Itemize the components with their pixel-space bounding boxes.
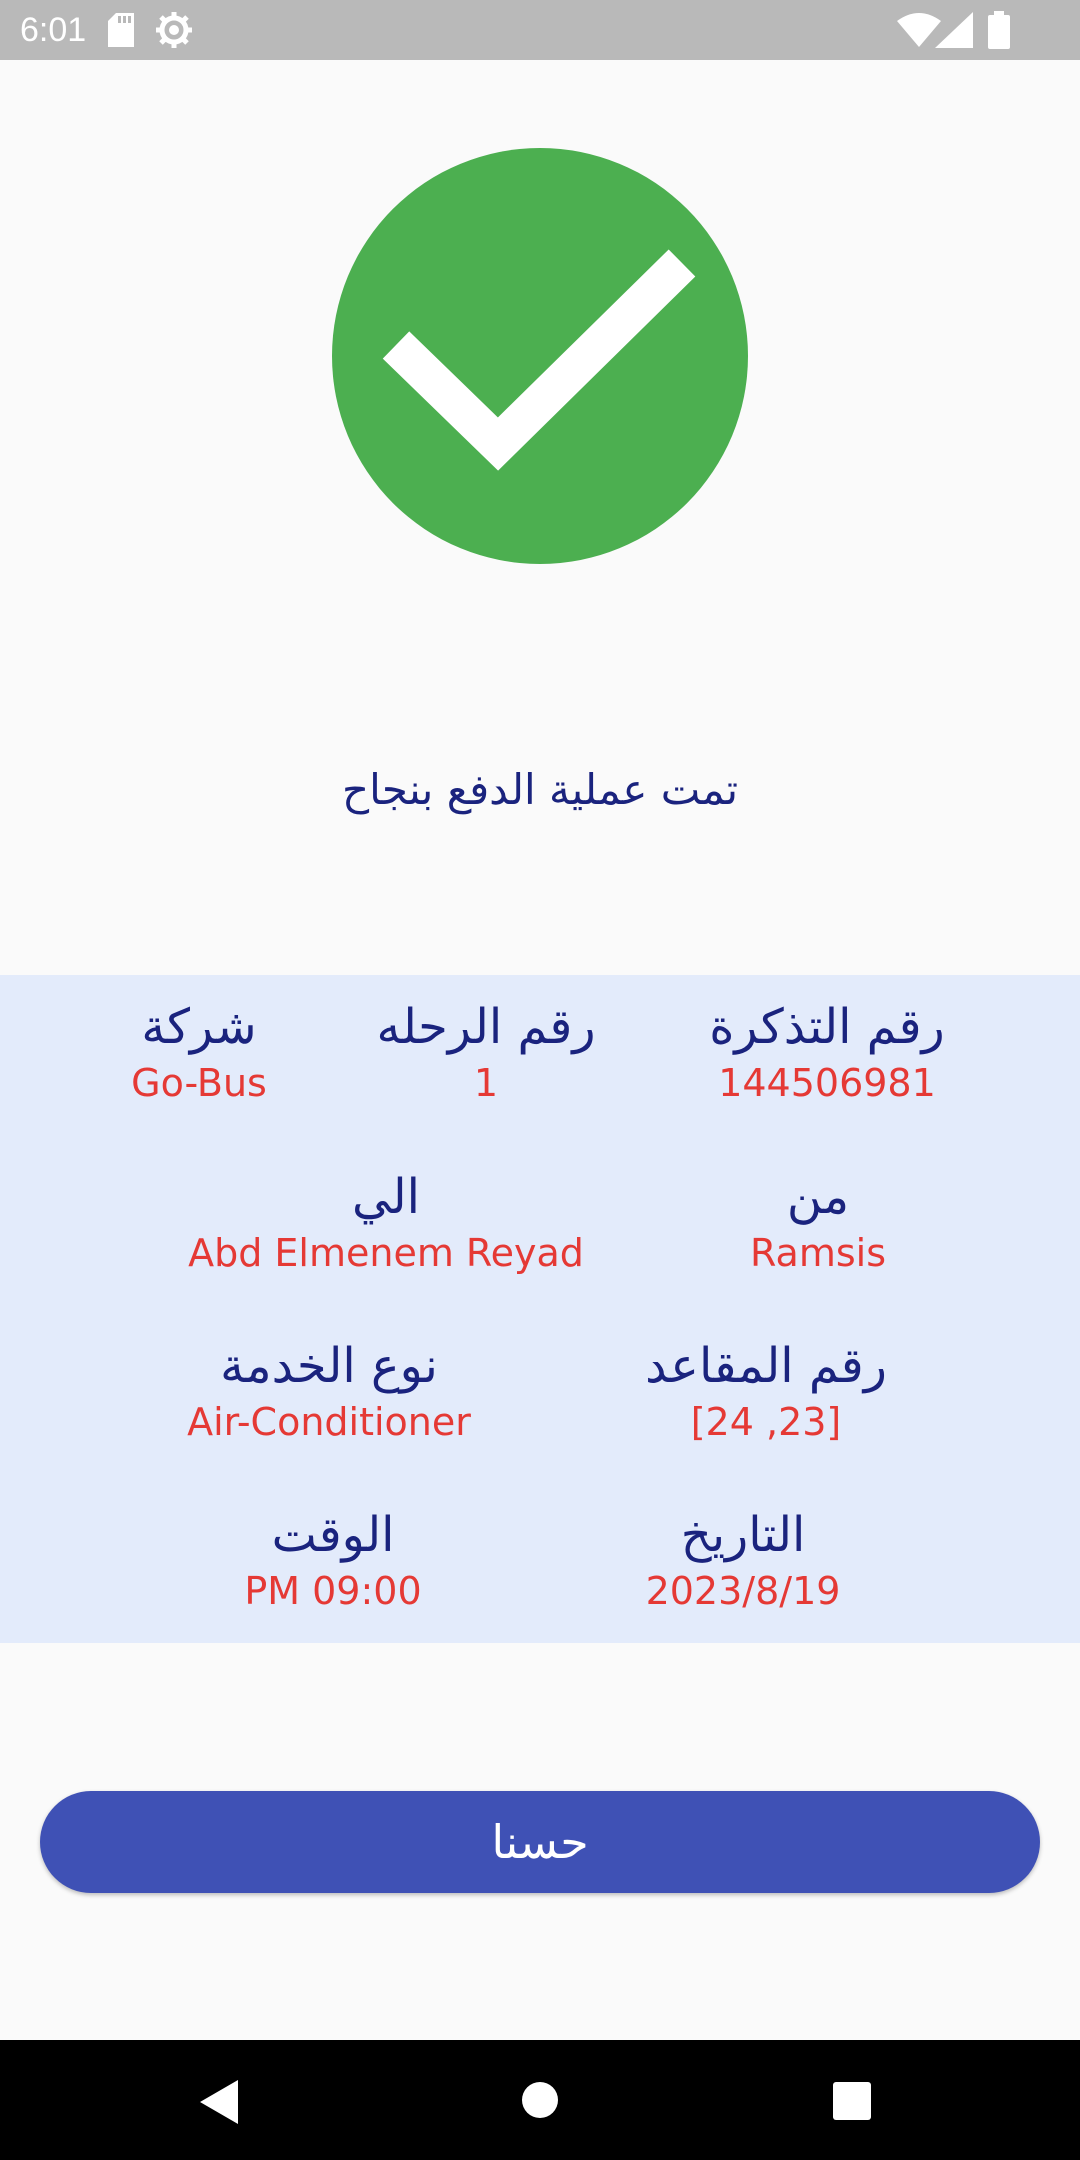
status-bar: 6:01	[0, 0, 1080, 60]
status-time: 6:01	[20, 11, 87, 49]
home-icon[interactable]	[520, 2080, 560, 2120]
sd-card-icon	[108, 13, 134, 47]
to-value: Abd Elmenem Reyad	[188, 1231, 584, 1275]
company: شركة Go-Bus	[131, 997, 267, 1109]
date: التاريخ 2023/8/19	[646, 1505, 841, 1617]
ticket-number-label: رقم التذكرة	[709, 999, 945, 1055]
to: الي Abd Elmenem Reyad	[188, 1167, 584, 1279]
seat-numbers-label: رقم المقاعد	[645, 1338, 887, 1394]
date-value: 2023/8/19	[645, 1569, 841, 1613]
time-value: PM 09:00	[244, 1569, 422, 1613]
time: الوقت PM 09:00	[244, 1505, 421, 1617]
back-icon[interactable]	[200, 2080, 240, 2124]
service-type-value: Air-Conditioner	[187, 1400, 471, 1444]
ticket-number: رقم التذكرة 144506981	[709, 997, 944, 1109]
success-check-badge	[332, 148, 748, 564]
to-label: الي	[352, 1169, 420, 1225]
seat-numbers: رقم المقاعد [24 ,23]	[645, 1336, 887, 1448]
seat-numbers-value: [24 ,23]	[690, 1400, 842, 1444]
battery-icon	[988, 11, 1010, 49]
service-type: نوع الخدمة Air-Conditioner	[187, 1336, 471, 1448]
trip-number: رقم الرحله 1	[376, 997, 595, 1109]
time-label: الوقت	[271, 1507, 395, 1563]
success-message: تمت عملية الدفع بنجاح	[341, 765, 739, 814]
date-label: التاريخ	[680, 1507, 806, 1563]
trip-number-value: 1	[473, 1061, 499, 1105]
signal-icon	[935, 12, 973, 48]
gear-icon	[156, 12, 192, 48]
company-label: شركة	[141, 999, 257, 1055]
company-value: Go-Bus	[131, 1061, 267, 1105]
trip-number-label: رقم الرحله	[376, 999, 596, 1055]
ok-button[interactable]: حسنا	[40, 1791, 1040, 1893]
from-value: Ramsis	[749, 1231, 887, 1275]
check-icon	[382, 249, 696, 471]
ticket-number-value: 144506981	[718, 1061, 936, 1105]
ticket-details-panel: رقم التذكرة 144506981 رقم الرحله 1 شركة …	[0, 975, 1080, 1643]
navigation-bar	[0, 2040, 1080, 2160]
recents-icon[interactable]	[833, 2082, 871, 2120]
from-label: من	[786, 1169, 850, 1225]
from: من Ramsis	[750, 1167, 886, 1279]
service-type-label: نوع الخدمة	[220, 1338, 438, 1394]
